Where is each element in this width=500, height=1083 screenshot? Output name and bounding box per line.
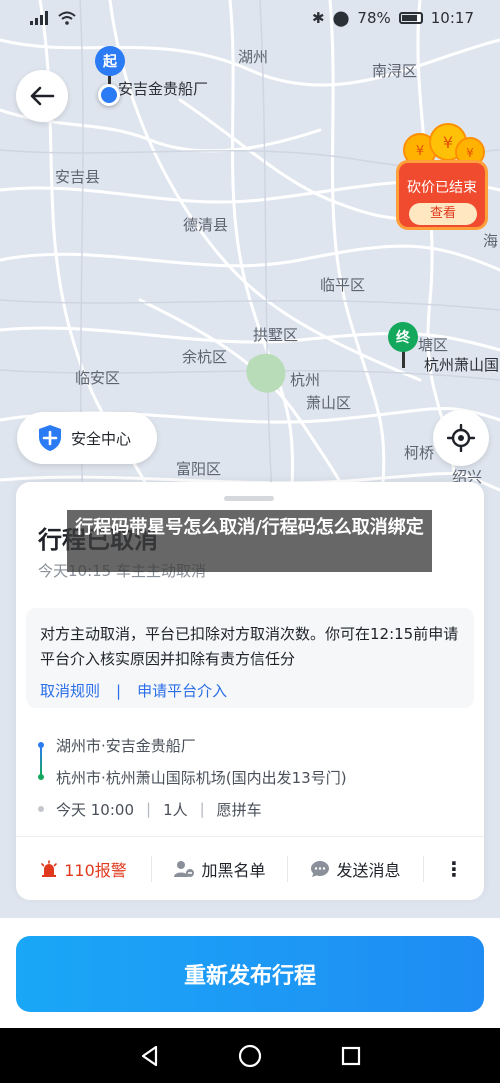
map-label-xiaoshan: 萧山区 bbox=[306, 394, 352, 412]
map-label-anji: 安吉县 bbox=[55, 168, 101, 186]
map-label-gongshu: 拱墅区 bbox=[253, 326, 299, 344]
end-pin-stem bbox=[402, 350, 405, 368]
drag-handle[interactable] bbox=[224, 496, 274, 501]
shield-icon bbox=[39, 425, 61, 451]
platform-appeal-link[interactable]: 申请平台介入 bbox=[137, 680, 227, 701]
map-label-huzhou: 湖州 bbox=[238, 48, 269, 66]
map-label-tangqi: 塘区 bbox=[418, 336, 449, 354]
map-label-fuyang: 富阳区 bbox=[176, 460, 222, 478]
start-pin: 起 bbox=[95, 46, 125, 76]
promo-view-button[interactable]: 查看 bbox=[409, 203, 477, 225]
map-label-linan: 临安区 bbox=[75, 369, 121, 387]
arrow-left-icon bbox=[30, 86, 55, 106]
cancel-notice: 对方主动取消，平台已扣除对方取消次数。你可在12:15前申请平台介入核实原因并扣… bbox=[26, 608, 474, 708]
route-from-text: 湖州市·安吉金贵船厂 bbox=[56, 736, 196, 755]
end-place-label: 杭州萧山国 bbox=[424, 356, 500, 374]
meta-sep-1: | bbox=[146, 800, 152, 818]
safety-center-button[interactable]: 安全中心 bbox=[17, 412, 157, 464]
bluetooth-icon: ✱ bbox=[312, 9, 325, 27]
bargain-promo-widget[interactable]: ¥ ¥ ¥ 砍价已结束 查看 bbox=[392, 120, 492, 230]
chat-bubble-icon bbox=[311, 860, 330, 877]
blacklist-label: 加黑名单 bbox=[201, 860, 266, 880]
nav-recents-icon[interactable] bbox=[340, 1045, 362, 1067]
safety-center-label: 安全中心 bbox=[71, 429, 132, 448]
crosshair-icon bbox=[447, 424, 475, 452]
system-nav-bar bbox=[0, 1028, 500, 1083]
battery-percent: 78% bbox=[357, 9, 391, 27]
route-to: 杭州市·杭州萧山国际机场(国内出发13号门) bbox=[38, 762, 468, 792]
battery-icon bbox=[398, 12, 423, 24]
route-info: 湖州市·安吉金贵船厂 杭州市·杭州萧山国际机场(国内出发13号门) 今天 10:… bbox=[38, 730, 468, 824]
link-separator: | bbox=[116, 681, 122, 700]
more-vertical-icon: ⋮ bbox=[444, 856, 464, 881]
map-label-kebang: 柯桥 bbox=[404, 444, 435, 462]
alarm-110-button[interactable]: 110报警 bbox=[16, 857, 151, 881]
end-pin: 终 bbox=[388, 322, 418, 352]
trip-type: 愿拼车 bbox=[216, 800, 262, 819]
nav-back-icon[interactable] bbox=[138, 1044, 160, 1068]
send-message-button[interactable]: 发送消息 bbox=[288, 857, 423, 881]
start-place-label: 安吉金贵船厂 bbox=[118, 80, 209, 98]
wifi-icon bbox=[58, 11, 76, 25]
back-button[interactable] bbox=[16, 70, 68, 122]
trip-people: 1人 bbox=[163, 800, 188, 819]
clock: 10:17 bbox=[430, 9, 474, 27]
action-bar: 110报警 加黑名单 发送消息 ⋮ bbox=[16, 836, 484, 900]
promo-box: 砍价已结束 查看 bbox=[396, 160, 488, 230]
status-bar: ✱ ⬤ 78% 10:17 bbox=[0, 0, 500, 36]
map-label-deqing: 德清县 bbox=[183, 216, 229, 234]
route-from: 湖州市·安吉金贵船厂 bbox=[38, 730, 468, 760]
map-label-yuhang: 余杭区 bbox=[182, 348, 228, 366]
locate-button[interactable] bbox=[433, 410, 489, 466]
svg-text:¥: ¥ bbox=[443, 133, 453, 152]
signal-icon bbox=[30, 11, 48, 25]
user-block-icon bbox=[174, 860, 195, 877]
map-label-hai: 海 bbox=[483, 232, 499, 250]
map-label-nanxun: 南浔区 bbox=[372, 62, 418, 80]
article-title-banner: 行程码带星号怎么取消/行程码怎么取消绑定 bbox=[67, 510, 432, 572]
blacklist-button[interactable]: 加黑名单 bbox=[152, 857, 287, 881]
send-message-label: 发送消息 bbox=[336, 860, 401, 880]
nav-home-icon[interactable] bbox=[237, 1043, 263, 1069]
cancel-notice-text: 对方主动取消，平台已扣除对方取消次数。你可在12:15前申请平台介入核实原因并扣… bbox=[40, 625, 459, 668]
svg-text:¥: ¥ bbox=[466, 146, 474, 160]
route-meta: 今天 10:00 | 1人 | 愿拼车 bbox=[38, 794, 468, 824]
meta-dot bbox=[38, 806, 44, 812]
map-label-hangzhou: 杭州 bbox=[290, 371, 321, 389]
siren-icon bbox=[41, 859, 58, 877]
route-to-text: 杭州市·杭州萧山国际机场(国内出发13号门) bbox=[56, 768, 347, 787]
from-dot bbox=[38, 742, 44, 748]
alarm-label: 110报警 bbox=[64, 860, 127, 880]
promo-title: 砍价已结束 bbox=[407, 180, 477, 196]
cancel-rules-link[interactable]: 取消规则 bbox=[40, 680, 100, 701]
meta-sep-2: | bbox=[199, 800, 205, 818]
republish-trip-button[interactable]: 重新发布行程 bbox=[16, 936, 484, 1012]
more-options-button[interactable]: ⋮ bbox=[424, 857, 484, 881]
trip-time: 今天 10:00 bbox=[56, 800, 134, 819]
start-location-dot bbox=[98, 84, 120, 106]
map-label-linping: 临平区 bbox=[320, 276, 366, 294]
svg-text:¥: ¥ bbox=[416, 144, 424, 159]
location-icon: ⬤ bbox=[332, 9, 350, 27]
to-dot bbox=[38, 774, 44, 780]
